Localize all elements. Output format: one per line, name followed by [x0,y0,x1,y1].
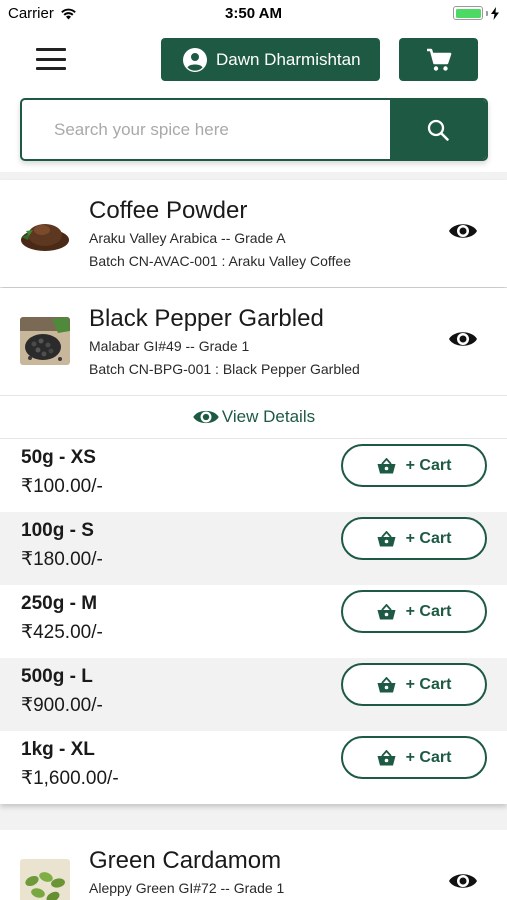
basket-icon [377,603,396,619]
user-name-label: Dawn Dharmishtan [216,49,361,69]
eye-icon[interactable] [448,328,478,350]
status-time: 3:50 AM [225,5,282,22]
product-header: Coffee Powder Araku Valley Arabica -- Gr… [0,180,507,287]
product-batch: Batch CN-BPG-001 : Black Pepper Garbled [89,361,360,377]
app-header: Dawn Dharmishtan [0,28,507,92]
shopping-cart-icon [426,48,451,71]
cart-label: + Cart [405,675,452,693]
green-cardamom-thumbnail [20,859,70,900]
search-input[interactable] [22,100,390,159]
battery-icon [453,6,483,20]
variant-size: 500g - L [21,666,93,687]
eye-icon [193,410,219,424]
variant-size: 250g - M [21,593,98,614]
basket-icon [377,457,396,473]
add-to-cart-button[interactable]: + Cart [341,517,487,560]
search-section [0,92,507,172]
black-pepper-thumbnail [20,317,70,365]
user-circle-icon [183,47,207,72]
product-subtitle: Aleppy Green GI#72 -- Grade 1 [89,880,285,896]
product-name: Coffee Powder [89,197,248,224]
variant-price: ₹900.00/- [21,695,103,716]
cart-label: + Cart [405,748,452,766]
variant-row: 1kg - XL ₹1,600.00/- + Cart [0,731,507,804]
variant-size: 50g - XS [21,447,96,468]
variant-row: 50g - XS ₹100.00/- + Cart [0,439,507,512]
product-header: Green Cardamom Aleppy Green GI#72 -- Gra… [0,830,507,900]
product-subtitle: Araku Valley Arabica -- Grade A [89,230,286,246]
hamburger-menu-icon[interactable] [36,48,66,70]
eye-icon[interactable] [448,220,478,242]
add-to-cart-button[interactable]: + Cart [341,590,487,633]
battery-indicator [453,6,499,20]
product-name: Green Cardamom [89,847,282,874]
cart-label: + Cart [405,456,452,474]
variant-row: 500g - L ₹900.00/- + Cart [0,658,507,731]
variant-price: ₹180.00/- [21,549,103,570]
cart-label: + Cart [405,529,452,547]
search-button[interactable] [390,100,486,159]
coffee-powder-thumbnail [20,209,70,257]
variant-size: 1kg - XL [21,739,95,760]
add-to-cart-button[interactable]: + Cart [341,444,487,487]
add-to-cart-button[interactable]: + Cart [341,736,487,779]
variant-row: 100g - S ₹180.00/- + Cart [0,512,507,585]
user-profile-button[interactable]: Dawn Dharmishtan [161,38,380,81]
variant-price: ₹1,600.00/- [21,768,119,789]
add-to-cart-button[interactable]: + Cart [341,663,487,706]
product-card-black-pepper[interactable]: Black Pepper Garbled Malabar GI#49 -- Gr… [0,288,507,804]
basket-icon [377,530,396,546]
status-bar: Carrier 3:50 AM [0,0,507,28]
search-icon [427,119,449,141]
basket-icon [377,676,396,692]
charging-bolt-icon [491,6,499,20]
search-bar [20,98,488,161]
variant-row: 250g - M ₹425.00/- + Cart [0,585,507,658]
product-card-green-cardamom[interactable]: Green Cardamom Aleppy Green GI#72 -- Gra… [0,830,507,900]
product-header: Black Pepper Garbled Malabar GI#49 -- Gr… [0,288,507,395]
cart-button[interactable] [399,38,478,81]
product-name: Black Pepper Garbled [89,305,324,332]
eye-icon[interactable] [448,870,478,892]
product-card-coffee-powder[interactable]: Coffee Powder Araku Valley Arabica -- Gr… [0,180,507,287]
variant-size: 100g - S [21,520,94,541]
product-batch: Batch CN-AVAC-001 : Araku Valley Coffee [89,253,351,269]
cart-label: + Cart [405,602,452,620]
variant-price: ₹425.00/- [21,622,103,643]
basket-icon [377,749,396,765]
variant-price: ₹100.00/- [21,476,103,497]
view-details-label: View Details [221,407,316,426]
view-details-link[interactable]: View Details [0,395,507,439]
product-subtitle: Malabar GI#49 -- Grade 1 [89,338,250,354]
